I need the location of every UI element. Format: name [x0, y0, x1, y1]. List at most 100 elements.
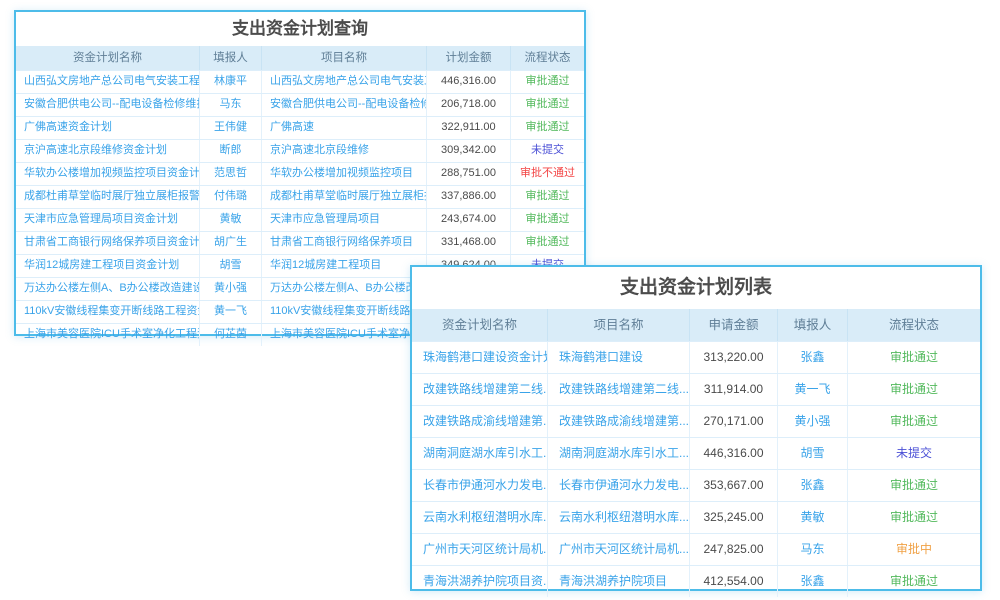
cell-project-name: 青海洪湖养护院项目	[547, 566, 689, 597]
list-table-row[interactable]: 湖南洞庭湖水库引水工... 湖南洞庭湖水库引水工... 446,316.00 胡…	[412, 437, 980, 469]
cell-project-name: 华润12城房建工程项目	[261, 255, 426, 277]
cell-reporter: 张鑫	[777, 470, 847, 501]
cell-request-amount: 353,667.00	[689, 470, 777, 501]
status-badge: 审批通过	[890, 414, 938, 428]
list-table-row[interactable]: 改建铁路成渝线增建第... 改建铁路成渝线增建第... 270,171.00 黄…	[412, 405, 980, 437]
cell-project-name: 110kV安徽线程集变开断线路工	[261, 301, 426, 323]
status-badge: 审批通过	[526, 236, 570, 248]
status-badge: 审批通过	[890, 478, 938, 492]
status-badge: 审批中	[896, 542, 932, 556]
cell-plan-name: 110kV安徽线程集变开断线路工程资金	[16, 301, 199, 323]
query-panel-title: 支出资金计划查询	[16, 12, 584, 46]
cell-reporter: 黄敏	[199, 209, 261, 231]
query-table-row[interactable]: 广佛高速资金计划 王伟健 广佛高速 322,911.00 审批通过	[16, 116, 584, 139]
cell-status: 未提交	[847, 438, 980, 469]
cell-plan-name: 改建铁路成渝线增建第...	[412, 406, 547, 437]
cell-planned-amount: 243,674.00	[426, 209, 510, 231]
cell-planned-amount: 331,468.00	[426, 232, 510, 254]
query-table-row[interactable]: 山西弘文房地产总公司电气安装工程资 林康平 山西弘文房地产总公司电气安装工程 4…	[16, 70, 584, 93]
cell-plan-name: 安徽合肥供电公司--配电设备检修维护	[16, 94, 199, 116]
query-table-row[interactable]: 成都杜甫草堂临时展厅独立展柜报警设 付伟璐 成都杜甫草堂临时展厅独立展柜报警 3…	[16, 185, 584, 208]
cell-plan-name: 华润12城房建工程项目资金计划	[16, 255, 199, 277]
query-table-row[interactable]: 华软办公楼增加视频监控项目资金计划 范思哲 华软办公楼增加视频监控项目 288,…	[16, 162, 584, 185]
query-table-row[interactable]: 京沪高速北京段维修资金计划 断郎 京沪高速北京段维修 309,342.00 未提…	[16, 139, 584, 162]
cell-request-amount: 313,220.00	[689, 342, 777, 373]
cell-project-name: 广佛高速	[261, 117, 426, 139]
cell-plan-name: 湖南洞庭湖水库引水工...	[412, 438, 547, 469]
cell-request-amount: 247,825.00	[689, 534, 777, 565]
cell-planned-amount: 309,342.00	[426, 140, 510, 162]
cell-request-amount: 325,245.00	[689, 502, 777, 533]
cell-plan-name: 万达办公楼左侧A、B办公楼改造建设	[16, 278, 199, 300]
query-table-row[interactable]: 安徽合肥供电公司--配电设备检修维护 马东 安徽合肥供电公司--配电设备检修维护…	[16, 93, 584, 116]
list-table-row[interactable]: 青海洪湖养护院项目资... 青海洪湖养护院项目 412,554.00 张鑫 审批…	[412, 565, 980, 597]
list-table-row[interactable]: 长春市伊通河水力发电... 长春市伊通河水力发电... 353,667.00 张…	[412, 469, 980, 501]
page: 支出资金计划查询 资金计划名称 填报人 项目名称 计划金额 流程状态 山西弘文房…	[0, 0, 1000, 600]
cell-reporter: 林康平	[199, 71, 261, 93]
cell-reporter: 范思哲	[199, 163, 261, 185]
status-badge: 审批通过	[890, 510, 938, 524]
query-table-row[interactable]: 天津市应急管理局项目资金计划 黄敏 天津市应急管理局项目 243,674.00 …	[16, 208, 584, 231]
list-column-header-plan-name: 资金计划名称	[412, 309, 547, 341]
cell-reporter: 马东	[199, 94, 261, 116]
cell-plan-name: 广州市天河区统计局机...	[412, 534, 547, 565]
status-badge: 未提交	[896, 446, 932, 460]
cell-status: 审批通过	[510, 232, 584, 254]
cell-project-name: 万达办公楼左侧A、B办公楼改造	[261, 278, 426, 300]
query-column-header-plan-name: 资金计划名称	[16, 46, 199, 70]
cell-plan-name: 改建铁路线增建第二线...	[412, 374, 547, 405]
list-table: 资金计划名称 项目名称 申请金额 填报人 流程状态 珠海鹤港口建设资金计划 珠海…	[412, 309, 980, 597]
cell-plan-name: 山西弘文房地产总公司电气安装工程资	[16, 71, 199, 93]
cell-planned-amount: 206,718.00	[426, 94, 510, 116]
cell-reporter: 王伟健	[199, 117, 261, 139]
cell-status: 审批通过	[510, 186, 584, 208]
list-table-row[interactable]: 云南水利枢纽潜明水库... 云南水利枢纽潜明水库... 325,245.00 黄…	[412, 501, 980, 533]
cell-status: 未提交	[510, 140, 584, 162]
cell-plan-name: 珠海鹤港口建设资金计划	[412, 342, 547, 373]
query-table-row[interactable]: 甘肃省工商银行网络保养项目资金计划 胡广生 甘肃省工商银行网络保养项目 331,…	[16, 231, 584, 254]
list-table-row[interactable]: 改建铁路线增建第二线... 改建铁路线增建第二线... 311,914.00 黄…	[412, 373, 980, 405]
cell-project-name: 山西弘文房地产总公司电气安装工程	[261, 71, 426, 93]
cell-reporter: 断郎	[199, 140, 261, 162]
cell-project-name: 改建铁路线增建第二线...	[547, 374, 689, 405]
list-table-row[interactable]: 广州市天河区统计局机... 广州市天河区统计局机... 247,825.00 马…	[412, 533, 980, 565]
cell-plan-name: 广佛高速资金计划	[16, 117, 199, 139]
cell-reporter: 黄一飞	[199, 301, 261, 323]
cell-plan-name: 京沪高速北京段维修资金计划	[16, 140, 199, 162]
query-column-header-planned-amount: 计划金额	[426, 46, 510, 70]
list-column-header-status: 流程状态	[847, 309, 980, 341]
cell-status: 审批通过	[847, 566, 980, 597]
cell-reporter: 胡广生	[199, 232, 261, 254]
cell-plan-name: 天津市应急管理局项目资金计划	[16, 209, 199, 231]
cell-project-name: 甘肃省工商银行网络保养项目	[261, 232, 426, 254]
cell-planned-amount: 322,911.00	[426, 117, 510, 139]
cell-status: 审批通过	[847, 406, 980, 437]
cell-project-name: 改建铁路成渝线增建第...	[547, 406, 689, 437]
cell-status: 审批通过	[510, 71, 584, 93]
cell-project-name: 京沪高速北京段维修	[261, 140, 426, 162]
list-column-header-reporter: 填报人	[777, 309, 847, 341]
cell-reporter: 马东	[777, 534, 847, 565]
query-column-header-status: 流程状态	[510, 46, 584, 70]
cell-status: 审批通过	[847, 502, 980, 533]
status-badge: 审批通过	[890, 382, 938, 396]
cell-status: 审批通过	[510, 117, 584, 139]
cell-status: 审批通过	[510, 209, 584, 231]
list-table-row[interactable]: 珠海鹤港口建设资金计划 珠海鹤港口建设 313,220.00 张鑫 审批通过	[412, 341, 980, 373]
cell-reporter: 张鑫	[777, 342, 847, 373]
list-table-header-row: 资金计划名称 项目名称 申请金额 填报人 流程状态	[412, 309, 980, 341]
status-badge: 审批通过	[526, 213, 570, 225]
cell-status: 审批通过	[847, 342, 980, 373]
cell-plan-name: 华软办公楼增加视频监控项目资金计划	[16, 163, 199, 185]
cell-request-amount: 446,316.00	[689, 438, 777, 469]
cell-reporter: 黄小强	[199, 278, 261, 300]
list-panel: 支出资金计划列表 资金计划名称 项目名称 申请金额 填报人 流程状态 珠海鹤港口…	[410, 265, 982, 591]
cell-project-name: 天津市应急管理局项目	[261, 209, 426, 231]
cell-reporter: 何芷茵	[199, 324, 261, 346]
cell-project-name: 安徽合肥供电公司--配电设备检修维护	[261, 94, 426, 116]
cell-status: 审批通过	[847, 470, 980, 501]
cell-status: 审批通过	[510, 94, 584, 116]
query-table-header-row: 资金计划名称 填报人 项目名称 计划金额 流程状态	[16, 46, 584, 70]
cell-planned-amount: 288,751.00	[426, 163, 510, 185]
list-column-header-project-name: 项目名称	[547, 309, 689, 341]
